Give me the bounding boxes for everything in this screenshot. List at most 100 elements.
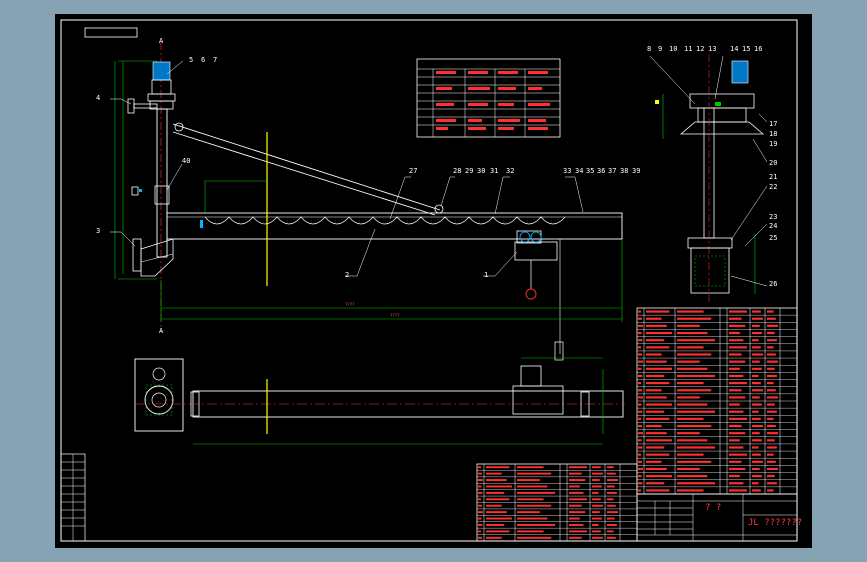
table-cell-text	[646, 353, 662, 356]
table-cell-text	[677, 460, 712, 463]
table-cell-text	[767, 396, 778, 399]
table-cell-text	[478, 498, 481, 501]
part-label-13: 13	[708, 45, 717, 53]
table-cell-text	[677, 396, 700, 399]
table-cell-text	[517, 466, 544, 469]
table-cell-text	[638, 317, 642, 320]
table-cell-text	[646, 417, 670, 420]
table-cell-text	[592, 479, 600, 482]
table-cell-text	[486, 485, 512, 488]
table-cell-text	[752, 410, 759, 413]
table-cell-text	[729, 360, 746, 363]
table-cell-text	[752, 324, 760, 327]
part-label-40: 40	[182, 157, 191, 165]
table-cell-text	[638, 475, 642, 478]
parts-list-bottom-rows	[477, 466, 637, 539]
table-cell-text	[569, 504, 582, 507]
part-label-35: 35	[586, 167, 595, 175]
table-cell-text	[478, 466, 481, 469]
table-cell-text	[517, 504, 552, 507]
table-cell-text	[592, 485, 602, 488]
table-cell-text	[752, 417, 761, 420]
table-cell-text	[677, 382, 704, 385]
table-cell-text	[646, 331, 672, 335]
table-cell-text	[638, 331, 642, 335]
scale-label: ? ?	[705, 503, 721, 513]
table-cell-text	[486, 530, 510, 533]
part-label-27: 27	[409, 167, 418, 175]
table-cell-text	[592, 517, 602, 520]
table-cell-text	[638, 460, 642, 463]
section-marker-top: A	[159, 37, 164, 45]
table-cell-text	[638, 439, 642, 442]
table-cell-text	[677, 482, 715, 485]
table-cell-text	[486, 498, 510, 501]
table-cell-text	[646, 439, 672, 442]
table-cell-text	[638, 324, 643, 327]
table-cell-text	[767, 424, 776, 428]
parameter-table	[416, 58, 561, 138]
table-cell-text	[752, 396, 760, 399]
part-label-17: 17	[769, 120, 778, 128]
table-cell-text	[638, 403, 642, 406]
table-cell-text	[607, 498, 614, 501]
table-cell-text	[677, 446, 715, 449]
table-cell-text	[607, 479, 618, 482]
part-label-7: 7	[213, 56, 218, 64]
table-cell-text	[729, 382, 747, 385]
part-label-23: 23	[769, 213, 778, 221]
table-cell-text	[517, 485, 548, 488]
table-cell-text	[767, 417, 774, 420]
table-cell-text	[729, 432, 746, 435]
table-cell-text	[646, 475, 672, 478]
table-cell-text	[646, 382, 670, 385]
part-label-5: 5	[189, 56, 194, 64]
part-label-21: 21	[769, 173, 778, 181]
table-cell-text	[646, 482, 665, 485]
table-cell-text	[517, 511, 540, 514]
part-label-33: 33	[563, 167, 572, 175]
table-cell-text	[478, 536, 482, 539]
table-cell-text	[729, 410, 744, 413]
table-cell-text	[729, 396, 746, 399]
table-cell-text	[646, 346, 670, 349]
table-cell-text	[729, 453, 747, 456]
table-cell-text	[767, 482, 777, 485]
parts-list-right-rows	[637, 310, 797, 492]
table-cell-text	[478, 523, 483, 526]
section-marker-bottom: A	[159, 327, 164, 335]
table-cell-text	[729, 353, 742, 356]
table-cell-text	[517, 530, 544, 533]
table-cell-text	[677, 367, 708, 370]
table-cell-text	[638, 453, 641, 456]
table-cell-text	[607, 491, 617, 494]
table-cell-text	[767, 360, 778, 363]
part-label-10: 10	[669, 45, 678, 53]
table-cell-text	[486, 472, 502, 475]
table-cell-text	[517, 517, 548, 520]
table-cell-text	[592, 491, 599, 494]
table-cell-text	[677, 360, 700, 363]
table-cell-text	[752, 317, 763, 320]
table-cell-text	[752, 339, 759, 342]
table-cell-text	[592, 472, 603, 475]
table-cell-text	[729, 439, 740, 442]
table-cell-text	[607, 472, 616, 475]
table-cell-text	[607, 504, 616, 507]
table-cell-text	[638, 382, 641, 385]
table-cell-text	[569, 536, 582, 539]
table-cell-text	[638, 346, 641, 349]
table-cell-text	[767, 403, 775, 406]
cad-drawing-viewport[interactable]: ???? ???? A A ? ? JL ??????? 1 2 3 4 5 6…	[55, 14, 812, 548]
table-cell-text	[638, 482, 643, 485]
table-cell-text	[646, 339, 665, 342]
table-cell-text	[638, 389, 642, 392]
table-cell-text	[592, 504, 603, 507]
table-cell-text	[569, 523, 584, 526]
table-cell-text	[569, 498, 587, 501]
table-cell-text	[646, 489, 670, 492]
table-cell-text	[677, 467, 700, 471]
table-cell-text	[677, 424, 712, 428]
table-cell-text	[607, 466, 614, 469]
table-cell-text	[729, 417, 747, 420]
